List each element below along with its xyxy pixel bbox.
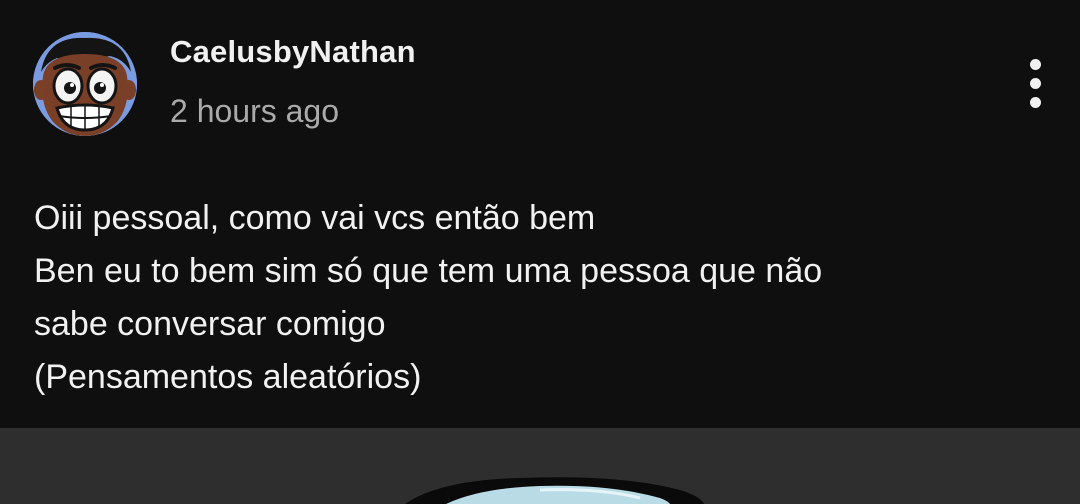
avatar-cartoon-face-icon	[33, 32, 137, 136]
post-body-line: Oiii pessoal, como vai vcs então bem	[34, 199, 596, 237]
more-vertical-icon	[1029, 58, 1041, 70]
post-body-line: (Pensamentos aleatórios)	[34, 358, 422, 396]
author-avatar[interactable]	[33, 32, 137, 136]
more-options-button[interactable]	[1012, 52, 1058, 114]
more-vertical-icon-dot	[1029, 77, 1041, 89]
post-body-line: Ben eu to bem sim só que tem uma pessoa …	[34, 252, 823, 290]
attachment-image-preview	[405, 477, 704, 504]
more-vertical-icon-dot	[1029, 96, 1041, 108]
community-post: CaelusbyNathan 2 hours ago Oiii pessoal,…	[0, 0, 1080, 428]
post-image-attachment[interactable]	[0, 428, 1080, 504]
post-body: Oiii pessoal, como vai vcs então bem Ben…	[34, 192, 1034, 404]
post-timestamp: 2 hours ago	[170, 93, 340, 129]
author-name[interactable]: CaelusbyNathan	[170, 34, 416, 70]
post-body-line: sabe conversar comigo	[34, 305, 386, 343]
